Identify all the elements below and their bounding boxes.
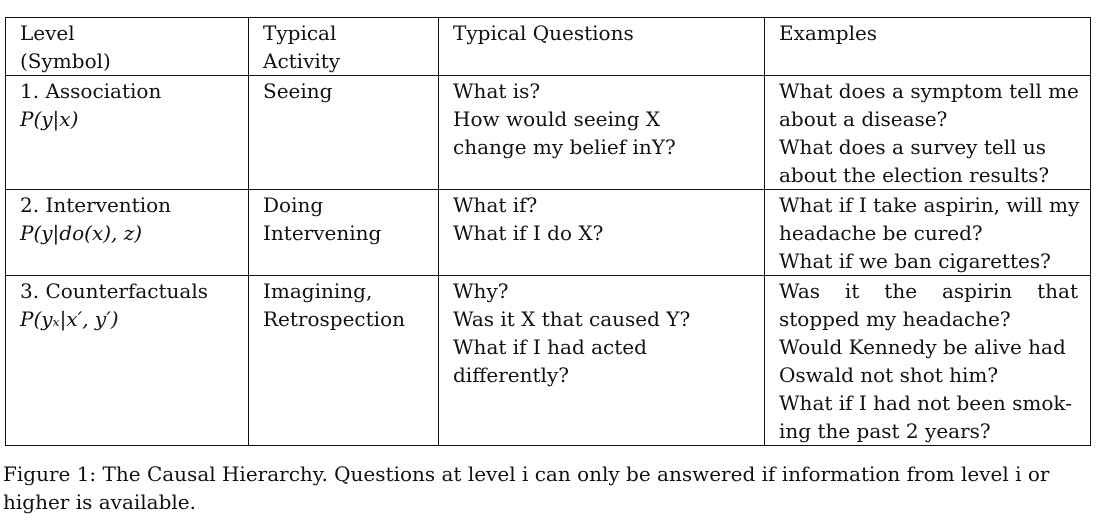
level-symbol: P(y|x) <box>20 107 79 131</box>
table-row: 3. Counterfactuals P(yₓ|x′, y′) Imaginin… <box>5 275 1091 446</box>
causal-hierarchy-table: Level (Symbol) Typical Activity Typical … <box>5 17 1091 446</box>
question-line: Why? <box>453 279 509 303</box>
cell-questions: What is? How would seeing X change my be… <box>438 75 765 190</box>
activity-line: Seeing <box>263 79 333 103</box>
cell-level: 1. Association P(y|x) <box>5 75 249 190</box>
cell-level: 2. Intervention P(y|do(x), z) <box>5 189 249 276</box>
cell-questions: Why? Was it X that caused Y? What if I h… <box>438 275 765 446</box>
table-row: 2. Intervention P(y|do(x), z) Doing Inte… <box>5 189 1091 276</box>
example-line: stopped my headache? <box>779 307 1011 331</box>
cell-examples: What if I take aspirin, will my headache… <box>764 189 1091 276</box>
level-name: 1. Association <box>20 79 162 103</box>
cell-activity: Seeing <box>248 75 439 190</box>
activity-line: Imagining, <box>263 279 373 303</box>
activity-line: Retrospection <box>263 307 405 331</box>
example-line: What does a survey tell us <box>779 135 1047 159</box>
header-level-line-1: Level <box>20 21 75 45</box>
example-line: What if we ban cigarettes? <box>779 249 1051 273</box>
header-level: Level (Symbol) <box>5 17 249 76</box>
question-line: differently? <box>453 363 569 387</box>
cell-examples: What does a symptom tell me about a dise… <box>764 75 1091 190</box>
table-row: 1. Association P(y|x) Seeing What is? Ho… <box>5 75 1091 190</box>
question-line: Was it X that caused Y? <box>453 307 691 331</box>
level-symbol: P(y|do(x), z) <box>20 221 143 245</box>
level-name: 3. Counterfactuals <box>20 279 209 303</box>
question-line: How would seeing X <box>453 107 661 131</box>
cell-activity: Imagining, Retrospection <box>248 275 439 446</box>
header-activity: Typical Activity <box>248 17 439 76</box>
example-line: Was it the aspirin that <box>779 279 1078 303</box>
example-line: headache be cured? <box>779 221 983 245</box>
example-line: ing the past 2 years? <box>779 419 991 443</box>
question-line: change my belief inY? <box>453 135 676 159</box>
cell-level: 3. Counterfactuals P(yₓ|x′, y′) <box>5 275 249 446</box>
caption-line-1: Figure 1: The Causal Hierarchy. Question… <box>3 462 1050 486</box>
header-questions: Typical Questions <box>438 17 765 76</box>
header-activity-line-2: Activity <box>263 49 341 73</box>
example-line: about the election results? <box>779 163 1050 187</box>
caption-line-2: higher is available. <box>3 490 196 514</box>
question-line: What is? <box>453 79 541 103</box>
question-line: What if I do X? <box>453 221 604 245</box>
table-header-row: Level (Symbol) Typical Activity Typical … <box>5 17 1091 76</box>
figure-caption: Figure 1: The Causal Hierarchy. Question… <box>3 460 1098 516</box>
example-line: What does a symptom tell me <box>779 79 1079 103</box>
example-line: Would Kennedy be alive had <box>779 335 1066 359</box>
activity-line: Intervening <box>263 221 382 245</box>
example-line: about a disease? <box>779 107 948 131</box>
header-activity-line-1: Typical <box>263 21 337 45</box>
level-name: 2. Intervention <box>20 193 172 217</box>
example-line: What if I take aspirin, will my <box>779 193 1080 217</box>
level-symbol: P(yₓ|x′, y′) <box>20 307 119 331</box>
cell-activity: Doing Intervening <box>248 189 439 276</box>
activity-line: Doing <box>263 193 324 217</box>
question-line: What if I had acted <box>453 335 647 359</box>
header-examples: Examples <box>764 17 1091 76</box>
header-level-line-2: (Symbol) <box>20 49 111 73</box>
example-line: Oswald not shot him? <box>779 363 999 387</box>
causal-hierarchy-table-container: Level (Symbol) Typical Activity Typical … <box>5 17 1091 446</box>
header-examples-line-1: Examples <box>779 21 878 45</box>
cell-questions: What if? What if I do X? <box>438 189 765 276</box>
cell-examples: Was it the aspirin that stopped my heada… <box>764 275 1091 446</box>
header-questions-line-1: Typical Questions <box>453 21 634 45</box>
question-line: What if? <box>453 193 538 217</box>
example-line: What if I had not been smok- <box>779 391 1072 415</box>
